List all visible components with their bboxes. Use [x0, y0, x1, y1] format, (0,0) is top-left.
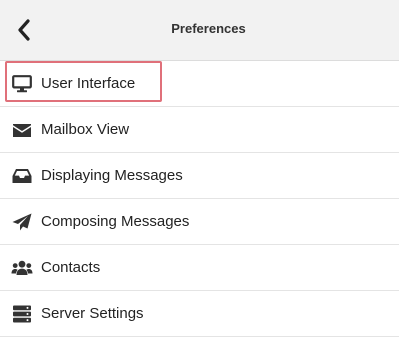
server-icon	[11, 304, 33, 324]
inbox-tray-icon	[11, 166, 33, 186]
paper-plane-icon	[11, 212, 33, 232]
menu-item-contacts[interactable]: Contacts	[0, 245, 399, 291]
users-icon	[11, 258, 33, 278]
menu-item-server-settings[interactable]: Server Settings	[0, 291, 399, 337]
envelope-icon	[11, 120, 33, 140]
menu-item-label: Server Settings	[41, 305, 144, 322]
menu-item-label: Composing Messages	[41, 213, 190, 230]
menu-item-displaying-messages[interactable]: Displaying Messages	[0, 153, 399, 199]
menu-item-composing-messages[interactable]: Composing Messages	[0, 199, 399, 245]
menu-item-label: Mailbox View	[41, 121, 130, 138]
page-title: Preferences	[171, 21, 246, 36]
menu-item-label: Displaying Messages	[41, 167, 183, 184]
menu-item-mailbox-view[interactable]: Mailbox View	[0, 107, 399, 153]
menu-item-label: User Interface	[41, 75, 136, 92]
preferences-list: User Interface Mailbox View Displaying M…	[0, 61, 399, 337]
menu-item-user-interface[interactable]: User Interface	[0, 61, 399, 107]
menu-item-label: Contacts	[41, 259, 101, 276]
app-header: Preferences	[0, 0, 399, 61]
monitor-icon	[11, 74, 33, 94]
